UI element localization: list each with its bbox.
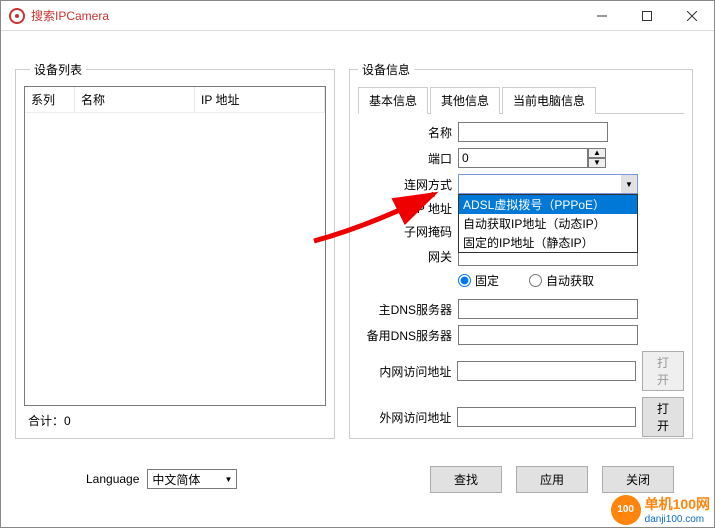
watermark-url: danji100.com [645,514,710,525]
label-wan: 外网访问地址 [358,409,457,426]
radio-fixed-input[interactable] [458,274,471,287]
col-series[interactable]: 系列 [25,87,75,112]
label-dns2: 备用DNS服务器 [358,327,458,344]
app-icon [9,8,25,24]
wan-input[interactable] [457,407,636,427]
dns1-input[interactable] [458,299,638,319]
tab-pc[interactable]: 当前电脑信息 [502,87,596,114]
netmode-option-dhcp[interactable]: 自动获取IP地址（动态IP） [459,214,637,233]
name-input[interactable] [458,122,608,142]
minimize-button[interactable] [579,1,624,31]
language-select[interactable]: 中文简体 ▼ [147,469,237,489]
port-input[interactable] [458,148,588,168]
netmode-option-pppoe[interactable]: ADSL虚拟拨号（PPPoE） [459,195,637,214]
language-label: Language [86,472,139,486]
label-name: 名称 [358,124,458,141]
watermark-brand: 单机100网 [645,494,710,514]
label-ip: IP 地址 [358,200,458,217]
chevron-down-icon: ▼ [621,175,637,193]
maximize-button[interactable] [624,1,669,31]
label-lan: 内网访问地址 [358,363,457,380]
radio-auto-input[interactable] [529,274,542,287]
device-list-group: 设备列表 系列 名称 IP 地址 合计：0 [15,61,335,439]
wan-open-button[interactable]: 打开 [642,397,684,437]
label-port: 端口 [358,150,458,167]
device-list-table[interactable]: 系列 名称 IP 地址 [24,86,326,406]
device-info-group: 设备信息 基本信息 其他信息 当前电脑信息 名称 端口 ▲ ▼ 连网方式 [349,61,693,439]
netmode-option-static[interactable]: 固定的IP地址（静态IP） [459,233,637,252]
netmode-combobox[interactable]: ▼ [458,174,638,194]
col-name[interactable]: 名称 [75,87,195,112]
dns2-input[interactable] [458,325,638,345]
label-gateway: 网关 [358,248,458,265]
close-window-button[interactable] [669,1,714,31]
label-dns1: 主DNS服务器 [358,301,458,318]
window-title: 搜索IPCamera [31,7,579,24]
device-info-legend: 设备信息 [358,61,414,78]
port-down-button[interactable]: ▼ [588,158,606,168]
radio-fixed[interactable]: 固定 [458,272,499,289]
search-button[interactable]: 查找 [430,466,502,493]
tab-basic[interactable]: 基本信息 [358,87,428,114]
radio-auto[interactable]: 自动获取 [529,272,594,289]
tab-other[interactable]: 其他信息 [430,87,500,114]
port-up-button[interactable]: ▲ [588,148,606,158]
label-mask: 子网掩码 [358,223,458,240]
watermark-logo-icon: 100 [611,495,641,525]
watermark: 100 单机100网 danji100.com [611,494,710,525]
netmode-dropdown: ADSL虚拟拨号（PPPoE） 自动获取IP地址（动态IP） 固定的IP地址（静… [458,194,638,253]
apply-button[interactable]: 应用 [516,466,588,493]
language-value: 中文简体 [152,471,200,488]
lan-open-button[interactable]: 打开 [642,351,684,391]
label-netmode: 连网方式 [358,176,458,193]
col-ip[interactable]: IP 地址 [195,87,325,112]
total-label: 合计：0 [24,406,326,435]
close-button[interactable]: 关闭 [602,466,674,493]
device-list-legend: 设备列表 [30,61,86,78]
lan-input[interactable] [457,361,636,381]
chevron-down-icon: ▼ [224,475,232,484]
